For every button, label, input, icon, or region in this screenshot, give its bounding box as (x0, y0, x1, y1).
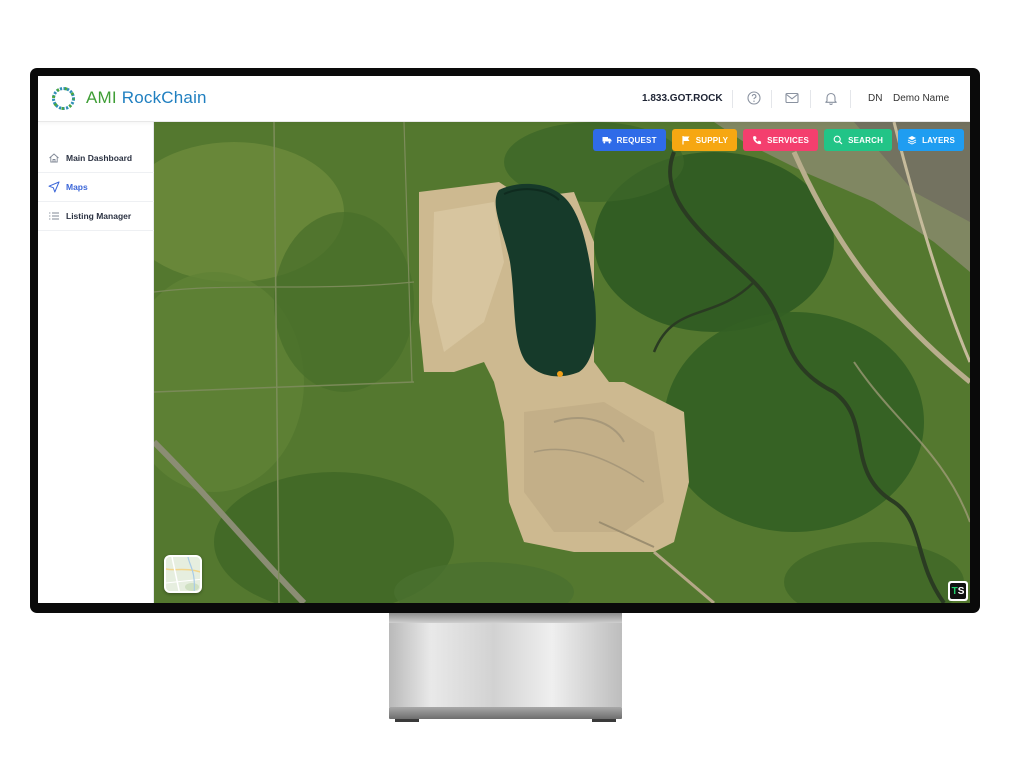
request-button-label: REQUEST (616, 135, 657, 145)
ts-badge[interactable]: TS (948, 581, 968, 601)
sidebar-item-label: Main Dashboard (66, 153, 133, 163)
monitor-foot-left (395, 719, 419, 722)
search-button-label: SEARCH (848, 135, 884, 145)
monitor-stand-base (389, 707, 622, 719)
brand-part-rockchain: RockChain (121, 88, 207, 107)
sidebar: Main Dashboard Maps Listing Manager (38, 122, 154, 603)
ts-badge-s: S (957, 585, 965, 597)
navigation-arrow-icon (48, 181, 60, 193)
layers-button-label: LAYERS (922, 135, 955, 145)
sidebar-item-label: Listing Manager (66, 211, 132, 221)
header-divider (771, 90, 772, 108)
sidebar-item-label: Maps (66, 182, 88, 192)
satellite-imagery (154, 122, 970, 603)
brand-part-ami: AMI (86, 88, 117, 107)
services-button-label: SERVICES (767, 135, 810, 145)
list-icon (49, 212, 59, 220)
street-map-thumbnail (166, 557, 200, 591)
supply-button-label: SUPPLY (695, 135, 729, 145)
basemap-toggle-thumbnail[interactable] (164, 555, 202, 593)
rockchain-logo-icon[interactable] (50, 85, 77, 112)
header-divider (810, 90, 811, 108)
satellite-map[interactable]: REQUEST SUPPLY SERVICES SEARCH LAYERS T … (154, 122, 970, 603)
monitor-stand-shadow (389, 613, 622, 623)
user-initials-avatar[interactable]: DN (868, 93, 882, 104)
home-icon (49, 153, 59, 163)
flag-icon (682, 136, 690, 145)
sidebar-item-main-dashboard[interactable]: Main Dashboard (38, 144, 154, 173)
monitor-foot-right (592, 719, 616, 722)
layers-icon (907, 136, 917, 145)
phone-icon (753, 136, 762, 145)
header-divider (850, 90, 851, 108)
mail-icon[interactable] (784, 90, 800, 106)
user-name[interactable]: Demo Name (893, 93, 949, 104)
header-divider (732, 90, 733, 108)
services-button[interactable]: SERVICES (743, 129, 819, 151)
monitor-stand-neck (389, 613, 622, 707)
top-header: AMI RockChain 1.833.GOT.ROCK DN Demo Nam… (38, 76, 970, 122)
layers-button[interactable]: LAYERS (898, 129, 964, 151)
location-marker[interactable] (557, 371, 563, 377)
brand-name[interactable]: AMI RockChain (86, 88, 207, 108)
help-circle-icon[interactable] (746, 90, 762, 106)
phone-number[interactable]: 1.833.GOT.ROCK (642, 93, 723, 104)
map-action-bar: REQUEST SUPPLY SERVICES SEARCH LAYERS (592, 129, 964, 151)
supply-button[interactable]: SUPPLY (671, 129, 738, 151)
sidebar-item-maps[interactable]: Maps (38, 173, 154, 202)
search-button[interactable]: SEARCH (824, 129, 893, 151)
request-button[interactable]: REQUEST (592, 129, 666, 151)
bell-icon[interactable] (823, 90, 839, 106)
ts-badge-logo: TS (950, 583, 966, 599)
sidebar-item-listing-manager[interactable]: Listing Manager (38, 202, 154, 231)
app-screen: AMI RockChain 1.833.GOT.ROCK DN Demo Nam… (38, 76, 970, 603)
truck-icon (602, 137, 612, 144)
search-icon (833, 135, 843, 145)
